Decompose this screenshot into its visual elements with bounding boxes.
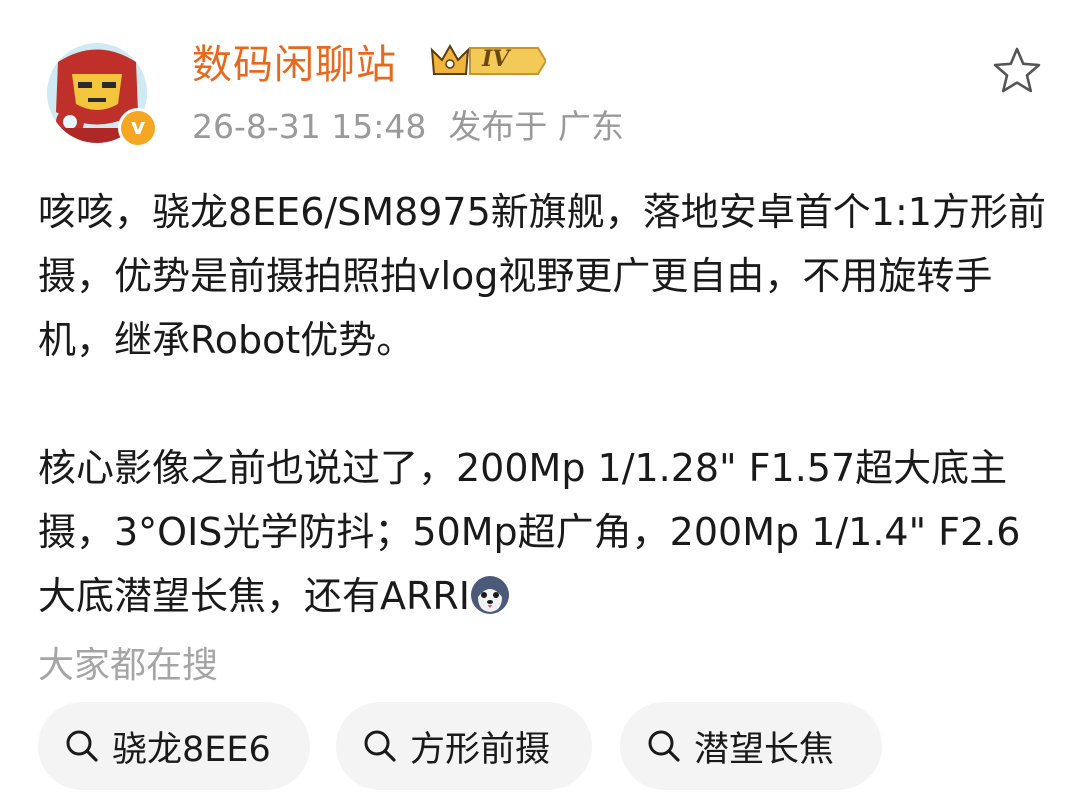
post-timestamp: 26-8-31 15:48	[192, 107, 427, 146]
post-content: 咳咳，骁龙8EE6/SM8975新旗舰，落地安卓首个1:1方形前摄，优势是前摄拍…	[38, 180, 1048, 628]
search-chip[interactable]: 潜望长焦	[620, 702, 882, 790]
verified-badge: v	[118, 108, 158, 148]
search-chip-label: 方形前摄	[410, 729, 551, 770]
search-chip[interactable]: 骁龙8EE6	[38, 702, 310, 790]
search-chip-label: 骁龙8EE6	[112, 729, 271, 770]
search-icon	[364, 730, 396, 762]
search-icon	[66, 730, 98, 762]
post-paragraph-with-emoji: 核心影像之前也说过了，200Mp 1/1.28" F1.57超大底主摄，3°OI…	[38, 436, 1048, 628]
trending-search-title: 大家都在搜	[38, 645, 219, 686]
level-badge: IV	[430, 40, 546, 82]
husky-emoji-icon	[470, 570, 510, 614]
post-paragraph: 咳咳，骁龙8EE6/SM8975新旗舰，落地安卓首个1:1方形前摄，优势是前摄拍…	[38, 190, 1046, 362]
search-chip[interactable]: 方形前摄	[336, 702, 592, 790]
post-paragraph: 核心影像之前也说过了，200Mp 1/1.28" F1.57超大底主摄，3°OI…	[38, 446, 1021, 618]
favorite-button[interactable]	[990, 44, 1044, 98]
search-icon	[648, 730, 680, 762]
post-meta: 26-8-31 15:48 发布于 广东	[192, 100, 624, 148]
author-name[interactable]: 数码闲聊站	[192, 32, 397, 90]
star-outline-icon	[993, 47, 1041, 93]
post-location: 发布于 广东	[448, 107, 624, 146]
level-label: IV	[482, 46, 510, 72]
search-chip-label: 潜望长焦	[694, 729, 835, 770]
